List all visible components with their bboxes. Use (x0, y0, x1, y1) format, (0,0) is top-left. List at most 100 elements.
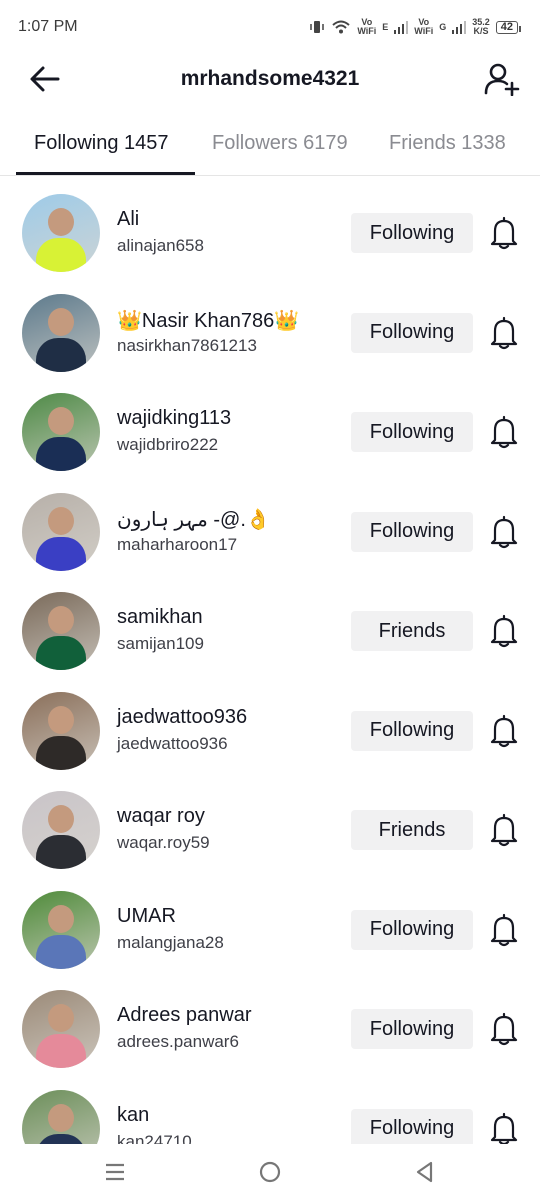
following-button[interactable]: Following (351, 710, 473, 751)
user-handle[interactable]: nasirkhan7861213 (117, 336, 257, 356)
avatar-body (36, 536, 86, 571)
following-button[interactable]: Following (351, 312, 473, 353)
add-user-icon[interactable] (484, 62, 520, 96)
user-display-name[interactable]: waqar roy (117, 805, 205, 828)
avatar[interactable] (22, 791, 100, 869)
avatar-face (48, 407, 74, 435)
user-handle[interactable]: waqar.roy59 (117, 833, 210, 853)
user-display-name[interactable]: 👑Nasir Khan786👑 (117, 308, 299, 333)
bell-icon[interactable] (489, 1112, 519, 1145)
avatar[interactable] (22, 194, 100, 272)
back-triangle-icon[interactable] (413, 1160, 437, 1184)
avatar-face (48, 208, 74, 236)
battery-indicator: 42 (495, 20, 522, 34)
signal-icon (394, 21, 409, 34)
user-display-name[interactable]: wajidking113 (117, 407, 231, 430)
user-list[interactable]: Ali alinajan658 Following 👑Nasir Khan786👑 na… (0, 176, 540, 1144)
bell-icon[interactable] (489, 913, 519, 947)
user-row[interactable]: kan kan24710 Following (0, 1072, 540, 1145)
bell-icon[interactable] (489, 216, 519, 250)
avatar-body (36, 735, 86, 770)
user-handle[interactable]: adrees.panwar6 (117, 1032, 239, 1052)
user-row[interactable]: jaedwattoo936 jaedwattoo936 Following (0, 674, 540, 774)
tab-followers[interactable]: Followers 6179 (212, 132, 348, 155)
avatar-body (36, 437, 86, 471)
following-button[interactable]: Following (351, 511, 473, 552)
avatar-face (48, 1103, 74, 1132)
friends-button[interactable]: Friends (351, 810, 473, 850)
avatar-face (48, 904, 74, 933)
user-display-name[interactable]: UMAR (117, 905, 176, 928)
user-display-name[interactable]: Adrees panwar (117, 1004, 252, 1027)
avatar[interactable] (22, 691, 100, 770)
network-g: G (439, 21, 447, 32)
bell-icon[interactable] (489, 714, 519, 748)
user-row[interactable]: 👑Nasir Khan786👑 nasirkhan7861213 Following (0, 276, 540, 376)
user-display-name[interactable]: مہر ہارون -@.👌 (117, 507, 271, 532)
home-circle-icon[interactable] (258, 1160, 282, 1184)
following-button[interactable]: Following (351, 213, 473, 253)
avatar-body (36, 238, 86, 272)
following-button[interactable]: Following (351, 412, 473, 452)
avatar[interactable] (22, 990, 100, 1068)
user-display-name[interactable]: jaedwattoo936 (117, 706, 247, 729)
user-handle[interactable]: alinajan658 (117, 236, 204, 256)
status-time: 1:07 PM (18, 18, 78, 35)
user-handle[interactable]: malangjana28 (117, 933, 224, 953)
user-handle[interactable]: kan24710 (117, 1132, 192, 1145)
wifi-icon (332, 20, 351, 34)
status-bar: 1:07 PM Vo WiFi E Vo WiFi G 35.2 K/S 42 (0, 0, 540, 54)
network-e: E (382, 21, 389, 32)
user-row[interactable]: Ali alinajan658 Following (0, 176, 540, 276)
status-icons: Vo WiFi E Vo WiFi G 35.2 K/S 42 (309, 17, 522, 36)
avatar-body (36, 835, 86, 869)
user-row[interactable]: Adrees panwar adrees.panwar6 Following (0, 972, 540, 1072)
avatar[interactable] (22, 293, 100, 372)
avatar-body (36, 1133, 86, 1144)
bell-icon[interactable] (489, 1012, 519, 1046)
network-vowifi-1: Vo WiFi (357, 17, 377, 36)
bell-icon[interactable] (489, 415, 519, 449)
following-button[interactable]: Following (351, 909, 473, 950)
user-handle[interactable]: wajidbriro222 (117, 435, 218, 455)
avatar-face (48, 506, 74, 535)
avatar-face (48, 1004, 74, 1032)
vibrate-icon (310, 21, 325, 33)
user-handle[interactable]: samijan109 (117, 634, 204, 654)
user-row[interactable]: samikhan samijan109 Friends (0, 574, 540, 674)
bell-icon[interactable] (489, 316, 519, 350)
signal-icon-2 (452, 21, 467, 34)
user-row[interactable]: مہر ہارون -@.👌 maharharoon17 Following (0, 475, 540, 575)
bell-icon[interactable] (489, 515, 519, 549)
avatar[interactable] (22, 393, 100, 471)
avatar-face (48, 307, 74, 336)
user-handle[interactable]: jaedwattoo936 (117, 734, 228, 754)
avatar[interactable] (22, 1089, 100, 1144)
bell-icon[interactable] (489, 813, 519, 847)
tab-bar: Following 1457 Followers 6179 Friends 13… (0, 118, 540, 176)
following-button[interactable]: Following (351, 1009, 473, 1049)
page-title: mrhandsome4321 (180, 67, 360, 90)
user-row[interactable]: waqar roy waqar.roy59 Friends (0, 773, 540, 873)
avatar[interactable] (22, 492, 100, 571)
network-speed: 35.2 K/S (472, 17, 490, 36)
user-display-name[interactable]: samikhan (117, 606, 203, 629)
avatar[interactable] (22, 890, 100, 969)
bell-icon[interactable] (489, 614, 519, 648)
user-row[interactable]: wajidking113 wajidbriro222 Following (0, 375, 540, 475)
arrow-left-icon[interactable] (28, 64, 62, 94)
tab-friends[interactable]: Friends 1338 (389, 132, 506, 155)
menu-icon[interactable] (103, 1160, 127, 1184)
network-vowifi-2: Vo WiFi (414, 17, 434, 36)
avatar-body (36, 934, 86, 969)
tab-following[interactable]: Following 1457 (34, 132, 169, 155)
avatar[interactable] (22, 592, 100, 670)
user-display-name[interactable]: kan (117, 1104, 149, 1127)
user-handle[interactable]: maharharoon17 (117, 535, 237, 555)
following-button[interactable]: Following (351, 1108, 473, 1144)
user-row[interactable]: UMAR malangjana28 Following (0, 873, 540, 973)
friends-button[interactable]: Friends (351, 611, 473, 651)
user-display-name[interactable]: Ali (117, 208, 139, 231)
avatar-body (36, 636, 86, 670)
avatar-face (48, 606, 74, 634)
